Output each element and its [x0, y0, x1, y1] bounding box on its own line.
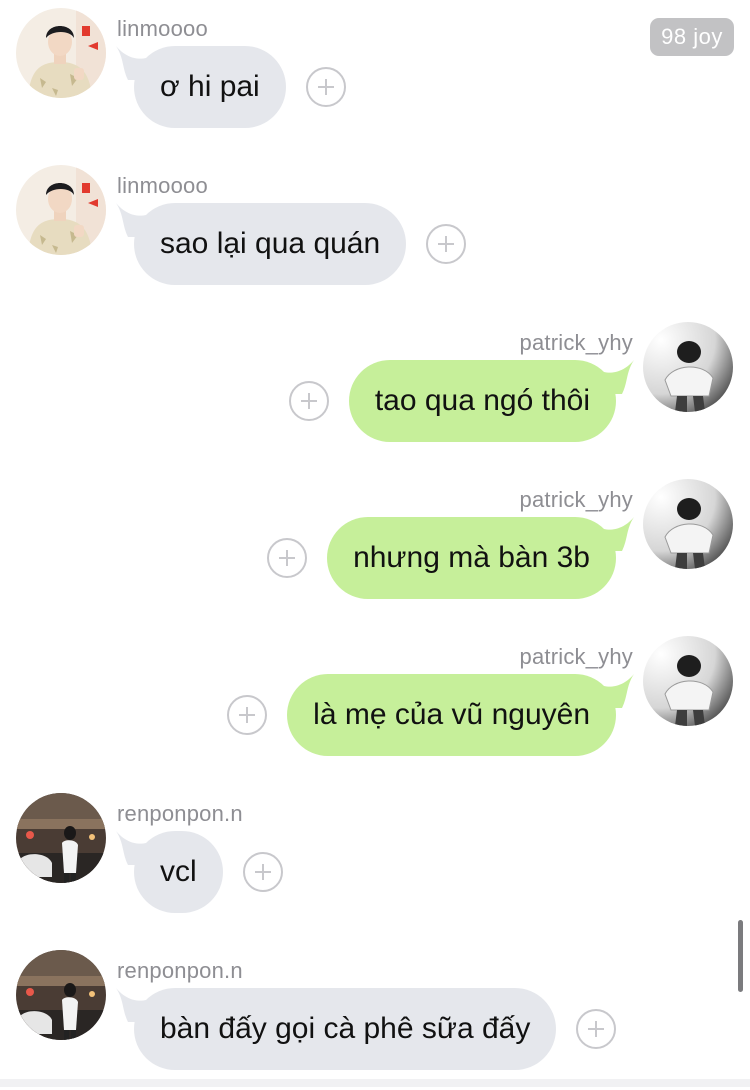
bubble-tail-icon: [604, 674, 634, 708]
username-label[interactable]: renponpon.n: [117, 958, 243, 984]
message-text: bàn đấy gọi cà phê sữa đấy: [160, 1012, 531, 1045]
plus-circle-icon[interactable]: [426, 224, 467, 264]
bubble-group: nhưng mà bàn 3b: [267, 517, 634, 599]
bubble-tail-icon: [604, 517, 634, 551]
username-label[interactable]: linmoooo: [117, 173, 208, 199]
message-bubble[interactable]: vcl: [116, 831, 223, 913]
plus-circle-icon[interactable]: [288, 381, 329, 421]
avatar-patrick-icon[interactable]: [643, 636, 733, 726]
scrollbar-thumb[interactable]: [738, 920, 743, 992]
bubble-group: ơ hi pai: [116, 46, 346, 128]
bubble-tail-icon: [604, 360, 634, 394]
username-label[interactable]: linmoooo: [117, 16, 208, 42]
message-bubble[interactable]: bàn đấy gọi cà phê sữa đấy: [116, 988, 557, 1070]
count-badge: 98 joy: [650, 18, 734, 56]
bubble-group: bàn đấy gọi cà phê sữa đấy: [116, 988, 617, 1070]
message-row: linmoooo sao lại qua quán: [0, 165, 750, 305]
bubble-group: vcl: [116, 831, 283, 913]
plus-circle-icon[interactable]: [267, 538, 308, 578]
avatar-patrick-icon[interactable]: [643, 322, 733, 412]
plus-circle-icon[interactable]: [227, 695, 268, 735]
plus-circle-icon[interactable]: [576, 1009, 617, 1049]
message-bubble[interactable]: nhưng mà bàn 3b: [327, 517, 634, 599]
bubble-tail-icon: [116, 203, 146, 237]
message-row: renponpon.n vcl: [0, 793, 750, 933]
bubble-tail-icon: [116, 831, 146, 865]
avatar-linmoooo-icon[interactable]: [16, 8, 106, 98]
message-text: ơ hi pai: [160, 70, 260, 103]
bubble-tail-icon: [116, 988, 146, 1022]
bottom-divider: [0, 1079, 750, 1087]
bubble-group: tao qua ngó thôi: [288, 360, 634, 442]
message-text: là mẹ của vũ nguyên: [313, 698, 590, 731]
message-bubble[interactable]: sao lại qua quán: [116, 203, 407, 285]
message-bubble[interactable]: ơ hi pai: [116, 46, 286, 128]
message-text: tao qua ngó thôi: [374, 384, 590, 417]
bubble-group: sao lại qua quán: [116, 203, 467, 285]
bubble-group: là mẹ của vũ nguyên: [227, 674, 634, 756]
username-label[interactable]: renponpon.n: [117, 801, 243, 827]
username-label[interactable]: patrick_yhy: [520, 644, 633, 670]
message-text: sao lại qua quán: [160, 227, 381, 260]
message-text: nhưng mà bàn 3b: [353, 541, 590, 574]
message-row: linmoooo ơ hi pai: [0, 8, 750, 148]
chat-thread[interactable]: linmoooo ơ hi pai linmoooo sao lại qua q…: [0, 0, 750, 1087]
username-label[interactable]: patrick_yhy: [520, 330, 633, 356]
avatar-renponpon-icon[interactable]: [16, 793, 106, 883]
username-label[interactable]: patrick_yhy: [520, 487, 633, 513]
message-row: patrick_yhy tao qua ngó thôi: [0, 322, 750, 462]
plus-circle-icon[interactable]: [305, 67, 346, 107]
message-row: patrick_yhy là mẹ của vũ nguyên: [0, 636, 750, 776]
avatar-renponpon-icon[interactable]: [16, 950, 106, 1040]
avatar-patrick-icon[interactable]: [643, 479, 733, 569]
plus-circle-icon[interactable]: [242, 852, 283, 892]
message-text: vcl: [160, 855, 197, 888]
message-row: patrick_yhy nhưng mà bàn 3b: [0, 479, 750, 619]
avatar-linmoooo-icon[interactable]: [16, 165, 106, 255]
message-row: renponpon.n bàn đấy gọi cà phê sữa đấy: [0, 950, 750, 1090]
bubble-tail-icon: [116, 46, 146, 80]
message-bubble[interactable]: tao qua ngó thôi: [348, 360, 634, 442]
message-bubble[interactable]: là mẹ của vũ nguyên: [287, 674, 634, 756]
